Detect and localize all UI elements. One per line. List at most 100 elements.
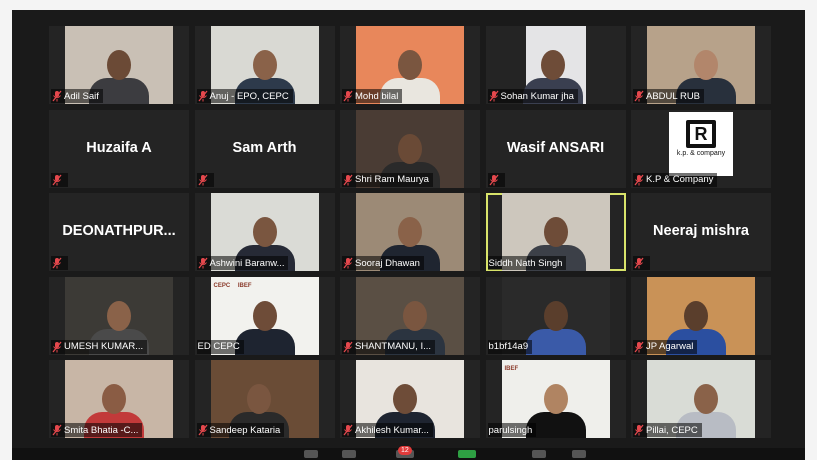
participant-name: Sohan Kumar jha <box>500 90 574 102</box>
video-button[interactable] <box>342 450 356 458</box>
participant-name-label: Siddh Nath Singh <box>487 256 567 270</box>
person-head <box>101 384 126 414</box>
participant-tile[interactable]: Sohan Kumar jha <box>485 26 626 104</box>
participant-name: ED CEPC <box>197 341 240 352</box>
participant-name-label <box>196 172 214 187</box>
mic-muted-icon <box>197 90 208 102</box>
participant-name: Mohd bilal <box>355 90 399 102</box>
reactions-button[interactable] <box>572 450 586 458</box>
meeting-window: Adil Saif Anuj - EPO, CEPC Mohd bilal Sohan… <box>12 10 805 460</box>
mic-muted-icon <box>343 257 353 269</box>
participant-tile[interactable]: Rk.p. & company K.P & Company <box>631 109 771 188</box>
participant-name-label: Sooraj Dhawan <box>342 256 424 270</box>
participant-tile[interactable]: Akhilesh Kumar... <box>340 360 480 438</box>
participant-name-label: Mohd bilal <box>342 89 403 103</box>
participant-tile[interactable]: Ashwini Baranw... <box>194 193 335 271</box>
participant-tile[interactable]: Sandeep Kataria <box>194 360 335 438</box>
participant-display-name: Neeraj mishra <box>653 223 749 239</box>
participant-tile[interactable]: DEONATHPUR... <box>49 193 189 271</box>
participant-name: Sandeep Kataria <box>209 424 281 436</box>
participant-tile[interactable]: Adil Saif <box>49 26 189 104</box>
mic-muted-icon <box>634 424 644 436</box>
person-head <box>694 50 719 80</box>
person-head <box>247 384 272 414</box>
person-head <box>107 300 131 331</box>
mic-muted-icon <box>488 90 499 102</box>
participant-name: Smita Bhatia -C... <box>64 424 139 436</box>
mic-muted-icon <box>634 257 644 269</box>
person-head <box>252 217 277 247</box>
participant-name-label <box>51 256 68 270</box>
mic-muted-icon <box>343 424 353 436</box>
person-body <box>525 328 586 355</box>
participant-name: Shri Ram Maurya <box>355 174 429 185</box>
participant-name: b1bf14a9 <box>488 341 529 352</box>
participant-name-label: SHANTMANU, I... <box>342 339 436 354</box>
participant-tile[interactable]: Pillai, CEPC <box>631 360 771 438</box>
participant-tile[interactable]: Anuj - EPO, CEPC <box>194 26 335 104</box>
mic-muted-icon <box>52 90 62 102</box>
mic-muted-icon <box>52 257 62 269</box>
participant-tile[interactable]: b1bf14a9 <box>485 276 626 355</box>
logo-caption: k.p. & company <box>676 149 726 157</box>
participant-tile[interactable]: CEPC IBEF ED CEPC <box>194 276 335 355</box>
participant-tile[interactable]: JP Agarwal <box>631 276 771 355</box>
participant-name-label <box>633 256 650 270</box>
participant-display-name: Huzaifa A <box>86 139 152 156</box>
participant-name-label: UMESH KUMAR... <box>51 339 148 354</box>
participant-tile[interactable]: Neeraj mishra <box>631 193 771 271</box>
participant-tile[interactable]: Smita Bhatia -C... <box>49 360 189 438</box>
participant-name: parulsingh <box>488 424 533 436</box>
participant-name-label: K.P & Company <box>633 172 718 187</box>
participant-name-label: Sandeep Kataria <box>196 423 285 437</box>
participant-name-label <box>487 172 505 187</box>
participant-tile[interactable]: SHANTMANU, I... <box>340 276 480 355</box>
mic-muted-icon <box>197 424 208 436</box>
person-head <box>392 384 417 414</box>
mic-muted-icon <box>343 174 353 186</box>
participant-tile[interactable]: Wasif ANSARI <box>485 109 626 188</box>
mic-muted-icon <box>488 174 499 186</box>
company-logo: Rk.p. & company <box>669 111 733 176</box>
mute-button[interactable] <box>304 450 318 458</box>
participant-tile[interactable]: Sam Arth <box>194 109 335 188</box>
participant-name-label: Akhilesh Kumar... <box>342 423 433 437</box>
mic-muted-icon <box>197 257 208 269</box>
participant-name-label: parulsingh <box>487 423 537 437</box>
participant-name-label: ED CEPC <box>196 339 244 354</box>
mic-muted-icon <box>634 174 644 186</box>
participant-tile[interactable]: Huzaifa A <box>49 109 189 188</box>
mic-muted-icon <box>52 341 62 353</box>
participant-name-label: b1bf14a9 <box>487 339 533 354</box>
person-head <box>543 217 568 247</box>
mic-muted-icon <box>52 174 62 186</box>
participant-tile[interactable]: UMESH KUMAR... <box>49 276 189 355</box>
participant-tile[interactable]: Sooraj Dhawan <box>340 193 480 271</box>
share-screen-button[interactable] <box>458 450 476 458</box>
participant-name-label: Pillai, CEPC <box>633 423 702 437</box>
participant-name-label: JP Agarwal <box>633 339 698 354</box>
person-head <box>683 300 708 331</box>
participant-name-label: Shri Ram Maurya <box>342 172 433 187</box>
mic-muted-icon <box>343 341 353 353</box>
participant-tile[interactable]: ABDUL RUB <box>631 26 771 104</box>
participant-name-label: Adil Saif <box>51 89 103 103</box>
participant-tile[interactable]: Siddh Nath Singh <box>485 193 626 271</box>
participant-name: Siddh Nath Singh <box>488 257 563 269</box>
participant-name-label: ABDUL RUB <box>633 89 705 103</box>
participant-tile[interactable]: IBEF parulsingh <box>485 360 626 438</box>
participant-name-label <box>51 172 68 187</box>
mic-muted-icon <box>634 90 644 102</box>
participant-name-label: Ashwini Baranw... <box>196 256 289 270</box>
person-head <box>398 217 422 247</box>
participant-name: UMESH KUMAR... <box>64 341 144 352</box>
person-head <box>398 133 422 164</box>
person-head <box>107 50 131 80</box>
participant-name: Ashwini Baranw... <box>209 257 285 269</box>
participant-name: Pillai, CEPC <box>646 424 698 436</box>
participant-name: Adil Saif <box>64 90 99 102</box>
participant-tile[interactable]: Mohd bilal <box>340 26 480 104</box>
record-button[interactable] <box>532 450 546 458</box>
participant-tile[interactable]: Shri Ram Maurya <box>340 109 480 188</box>
mic-muted-icon <box>343 90 353 102</box>
